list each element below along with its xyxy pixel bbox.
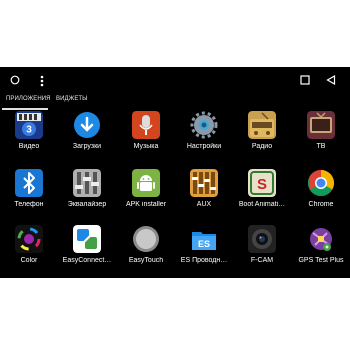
easytouch-icon [133,226,159,252]
app-video[interactable]: 3 Видео [0,111,58,159]
app-label: EasyTouch [128,257,164,264]
tab-widgets[interactable]: ВИДЖЕТЫ [56,96,88,102]
folder-es-icon: ES [190,225,218,253]
app-label: ТВ [316,143,326,150]
app-label: Chrome [308,201,334,208]
app-phone[interactable]: Телефон [0,169,58,217]
app-label: Телефон [14,201,44,208]
satellite-icon [307,225,335,253]
android-icon [132,169,160,197]
app-label: AUX [196,201,212,208]
app-apk-installer[interactable]: APK installer [117,169,175,217]
svg-text:S: S [257,176,267,193]
active-tab-indicator [2,108,48,110]
app-easyconnect[interactable]: EasyConnect… [58,225,116,273]
app-settings[interactable]: Настройки [175,111,233,159]
camera-icon [248,225,276,253]
chrome-icon [307,169,335,197]
app-label: F-CAM [250,257,274,264]
svg-text:3: 3 [26,125,32,136]
app-label: Загрузки [72,143,102,150]
app-chrome[interactable]: Chrome [292,169,350,217]
app-label: Эквалайзер [67,201,107,208]
app-color[interactable]: Color [0,225,58,273]
app-label: APK installer [125,201,167,208]
color-wheel-icon [15,225,43,253]
app-downloads[interactable]: Загрузки [58,111,116,159]
download-icon [74,112,100,138]
app-label: Музыка [133,143,159,150]
boot-animation-icon: S [248,169,276,197]
recent-apps-icon[interactable] [300,75,310,85]
app-tv[interactable]: ТВ [292,111,350,159]
svg-text:ES: ES [198,239,210,249]
app-aux[interactable]: AUX [175,169,233,217]
easyconnect-icon [73,225,101,253]
app-label: GPS Test Plus [298,257,344,264]
tab-bar: ПРИЛОЖЕНИЯ ВИДЖЕТЫ [0,95,350,111]
app-label: Color [20,257,38,264]
app-label: Boot Animati… [238,201,286,208]
app-equalizer[interactable]: Эквалайзер [58,169,116,217]
app-fcam[interactable]: F-CAM [233,225,291,273]
app-boot-animation[interactable]: S Boot Animati… [233,169,291,217]
app-es-file-explorer[interactable]: ES ES Проводн… [175,225,233,273]
app-label: Видео [18,143,40,150]
bluetooth-icon [15,169,43,197]
video-icon: 3 [15,111,43,139]
tab-apps[interactable]: ПРИЛОЖЕНИЯ [6,96,51,102]
status-bar [0,67,350,95]
app-label: Настройки [186,143,222,150]
radio-icon [248,111,276,139]
app-label: EasyConnect… [62,257,112,264]
menu-dots-icon[interactable] [40,75,44,87]
microphone-music-icon [132,111,160,139]
tv-icon [307,111,335,139]
aux-sliders-icon [190,169,218,197]
app-music[interactable]: Музыка [117,111,175,159]
equalizer-icon [73,169,101,197]
home-circle-icon[interactable] [10,75,20,85]
app-easytouch[interactable]: EasyTouch [117,225,175,273]
app-grid: 3 Видео Загрузки Музыка Настройки Радио … [0,111,350,278]
app-radio[interactable]: Радио [233,111,291,159]
back-triangle-icon[interactable] [326,75,336,85]
app-label: Радио [251,143,273,150]
gear-icon [190,111,218,139]
app-label: ES Проводн… [180,257,228,264]
launcher-screen: ПРИЛОЖЕНИЯ ВИДЖЕТЫ 3 Видео Загрузки Музы… [0,67,350,278]
app-gps-test-plus[interactable]: GPS Test Plus [292,225,350,273]
